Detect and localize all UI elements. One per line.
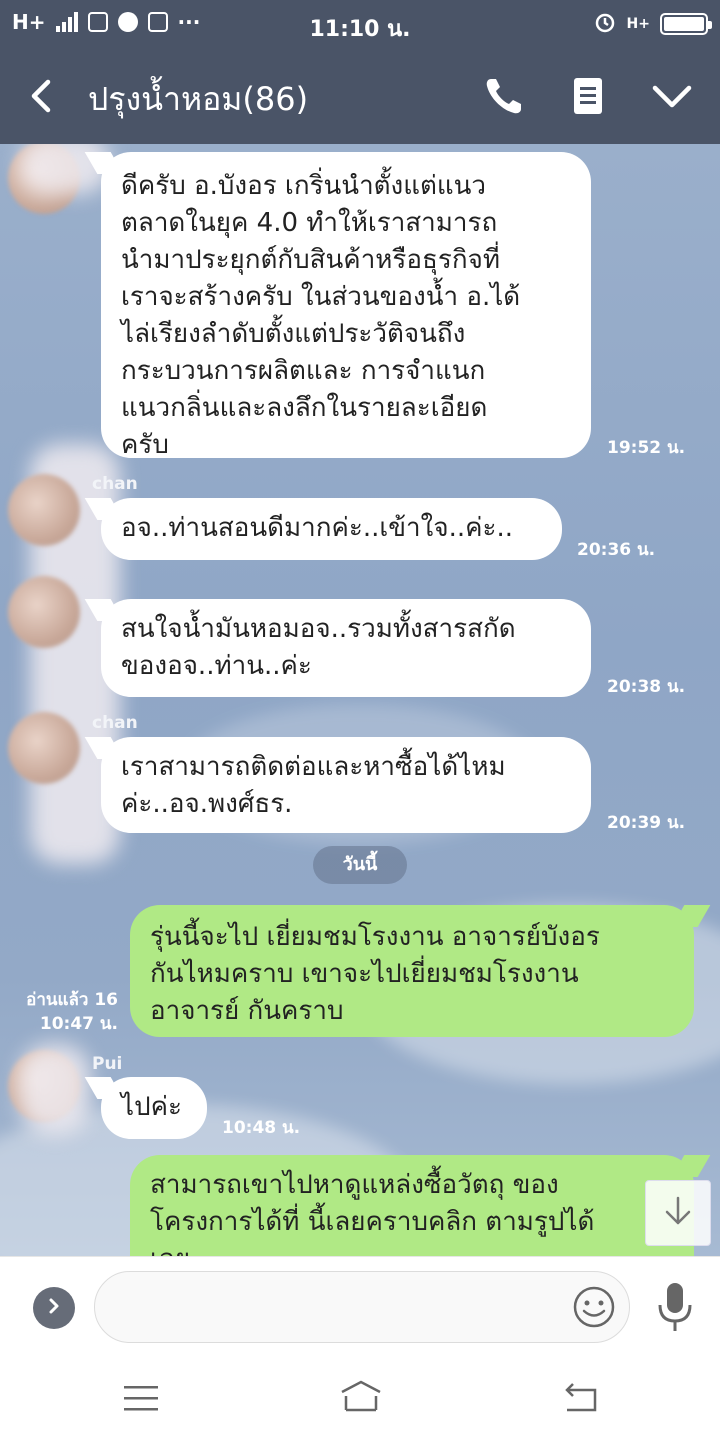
message-text: ของอจ..ท่าน..ค่ะ	[121, 651, 312, 681]
message-text: เราสามารถติดต่อและหาซื้อได้ไหม	[121, 752, 506, 782]
menu-icon[interactable]	[121, 1378, 161, 1418]
message-bubble-outgoing[interactable]: สามารถเขาไปหาดูแหล่งซื้อวัตถุ ของ โครงกา…	[130, 1155, 694, 1256]
message-text: สามารถเขาไปหาดูแหล่งซื้อวัตถุ ของ	[150, 1170, 559, 1200]
expand-menu-button[interactable]	[33, 1287, 75, 1329]
message-text: กันไหมคราบ เขาจะไปเยี่ยมชมโรงงาน	[150, 959, 579, 989]
avatar[interactable]	[8, 474, 80, 546]
note-icon[interactable]	[566, 74, 610, 118]
redacted-area	[20, 1044, 90, 1134]
smiley-icon[interactable]	[572, 1285, 616, 1329]
message-bubble[interactable]: สนใจน้ำมันหอมอจ..รวมทั้งสารสกัด ของอจ..ท…	[101, 599, 591, 697]
message-time: 10:47 น.	[39, 1014, 118, 1034]
message-text: เราจะสร้างครับ ในส่วนของน้ำ อ.ได้	[121, 282, 521, 312]
chat-area[interactable]: ดีครับ อ.บังอร เกริ่นนำตั้งแต่แนว ตลาดใน…	[0, 144, 720, 1256]
message-text: อจ..ท่านสอนดีมากค่ะ..เข้าใจ..ค่ะ..	[121, 513, 514, 543]
home-icon[interactable]	[338, 1378, 384, 1418]
back-nav-icon[interactable]	[561, 1378, 601, 1418]
chevron-right-icon	[44, 1296, 64, 1320]
message-text: รุ่นนี้จะไป เยี่ยมชมโรงงาน อาจารย์บังอร	[150, 922, 600, 952]
battery-icon	[660, 13, 712, 35]
message-bubble[interactable]: อจ..ท่านสอนดีมากค่ะ..เข้าใจ..ค่ะ..	[101, 498, 562, 560]
read-receipt: อ่านแล้ว 16 10:47 น.	[14, 988, 118, 1036]
message-text: ครับ	[121, 430, 169, 460]
message-text: นำมาประยุกต์กับสินค้าหรือธุรกิจที่	[121, 245, 500, 275]
microphone-icon[interactable]	[655, 1281, 695, 1335]
sender-name: Pui	[92, 1054, 123, 1074]
message-text: ไปค่ะ	[121, 1092, 182, 1122]
read-label: อ่านแล้ว 16	[26, 990, 118, 1010]
message-time: 10:48 น.	[222, 1118, 301, 1138]
alarm-icon	[593, 10, 617, 38]
message-text: ดีครับ อ.บังอร เกริ่นนำตั้งแต่แนว	[121, 171, 487, 201]
message-bubble[interactable]: ดีครับ อ.บังอร เกริ่นนำตั้งแต่แนว ตลาดใน…	[101, 152, 591, 460]
avatar[interactable]	[8, 576, 80, 648]
message-time: 20:36 น.	[577, 540, 656, 560]
message-input-bar	[0, 1256, 720, 1356]
message-bubble[interactable]: ไปค่ะ	[101, 1077, 207, 1139]
message-time: 19:52 น.	[607, 438, 686, 458]
message-text: สนใจน้ำมันหอมอจ..รวมทั้งสารสกัด	[121, 614, 516, 644]
message-text: แนวกลิ่นและลงลึกในรายละเอียด	[121, 393, 488, 423]
message-text: ไล่เรียงลำดับตั้งแต่ประวัติจนถึง	[121, 319, 466, 349]
chevron-down-icon[interactable]	[650, 74, 694, 118]
chat-title: ปรุงน้ำหอม(86)	[88, 80, 309, 118]
message-text: อาจารย์ กันคราบ	[150, 996, 344, 1026]
message-input[interactable]	[94, 1271, 630, 1343]
message-text: ตลาดในยุค 4.0 ทำให้เราสามารถ	[121, 208, 498, 238]
system-nav-bar	[0, 1356, 720, 1440]
message-text: เลย	[150, 1241, 674, 1256]
message-bubble-outgoing[interactable]: รุ่นนี้จะไป เยี่ยมชมโรงงาน อาจารย์บังอร …	[130, 905, 694, 1037]
message-text: โครงการได้ที่ นี้เลยคราบคลิก ตามรูปได้	[150, 1207, 595, 1237]
date-divider: วันนี้	[313, 846, 407, 884]
status-bar: H+ ··· 11:10 น. H+	[0, 0, 720, 48]
message-bubble[interactable]: เราสามารถติดต่อและหาซื้อได้ไหม ค่ะ..อจ.พ…	[101, 737, 591, 833]
message-time: 20:39 น.	[607, 813, 686, 833]
status-right: H+	[593, 10, 712, 38]
network-type-right: H+	[626, 16, 650, 32]
message-time: 20:38 น.	[607, 677, 686, 697]
message-text: ค่ะ..อจ.พงศ์ธร.	[121, 789, 293, 819]
message-text: กระบวนการผลิตและ การจำแนก	[121, 356, 486, 386]
scroll-to-bottom-button[interactable]	[645, 1180, 711, 1246]
sender-name: chan	[92, 713, 138, 733]
arrow-down-icon	[661, 1194, 695, 1232]
back-arrow-icon[interactable]	[24, 74, 64, 118]
phone-icon[interactable]	[482, 74, 526, 118]
chat-header: ปรุงน้ำหอม(86)	[0, 48, 720, 144]
avatar[interactable]	[8, 712, 80, 784]
sender-name: chan	[92, 474, 138, 494]
